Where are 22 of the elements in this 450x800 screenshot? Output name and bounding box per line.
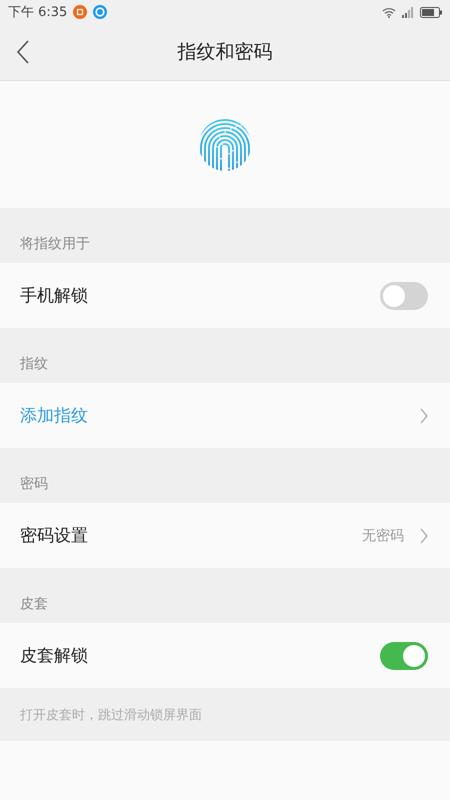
- fingerprint-icon: [198, 118, 252, 172]
- toggle-switch[interactable]: [380, 642, 428, 670]
- chevron-icon: [420, 408, 428, 424]
- row-label: 皮套解锁: [20, 645, 89, 667]
- toggle-switch[interactable]: [380, 282, 428, 310]
- signal-icon: [402, 6, 414, 18]
- chevron-icon: [420, 528, 428, 544]
- wifi-icon: [382, 6, 396, 18]
- section-header: 密码: [20, 475, 48, 493]
- footnote-text: 打开皮套时，跳过滑动锁屏界面: [20, 706, 202, 724]
- row-label: 添加指纹: [20, 405, 89, 427]
- section-header: 将指纹用于: [20, 235, 90, 253]
- row-label: 密码设置: [20, 525, 89, 547]
- section-header: 指纹: [20, 355, 48, 373]
- page-title: 指纹和密码: [178, 40, 272, 65]
- row-label: 手机解锁: [20, 285, 89, 307]
- row-value: 无密码: [362, 526, 404, 544]
- battery-icon: [420, 6, 442, 18]
- section-header: 皮套: [20, 595, 48, 613]
- ring-notification-icon: [93, 5, 108, 19]
- app-notification-icon: [73, 5, 88, 19]
- status-time: 下午 6:35: [8, 4, 68, 21]
